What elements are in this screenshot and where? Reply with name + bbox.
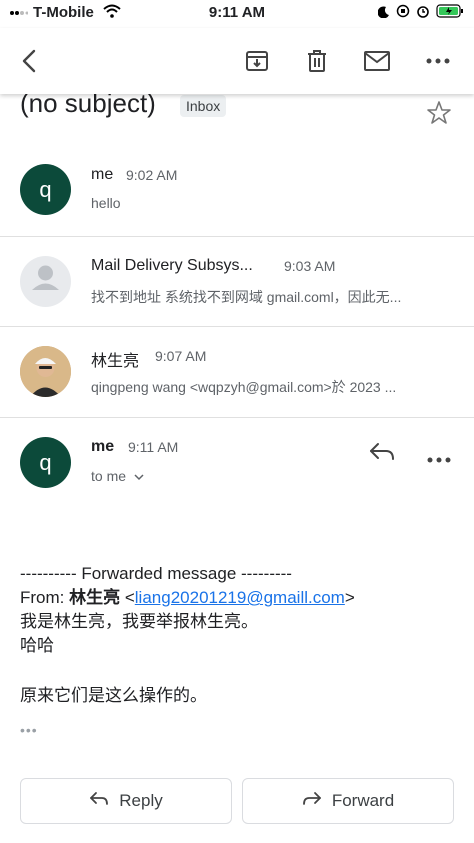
alarm-icon bbox=[416, 4, 430, 23]
star-icon[interactable] bbox=[426, 100, 452, 131]
message-time: 9:11 AM bbox=[128, 439, 179, 455]
body-line: 我是林生亮，我要举报林生亮。 bbox=[20, 612, 258, 631]
divider bbox=[0, 236, 474, 237]
message-time: 9:03 AM bbox=[284, 258, 336, 274]
message-snippet: qingpeng wang <wqpzyh@gmail.com>於 2023 .… bbox=[91, 379, 397, 395]
from-email-link[interactable]: liang20201219@gmaill.com bbox=[135, 588, 345, 607]
reply-label: Reply bbox=[119, 791, 163, 810]
body-line: 哈哈 bbox=[20, 636, 54, 655]
sender-name: 林生亮 bbox=[91, 353, 140, 370]
orientation-lock-icon bbox=[396, 4, 410, 23]
sender-name: Mail Delivery Subsys... bbox=[91, 257, 253, 274]
more-dots-icon[interactable] bbox=[427, 450, 451, 468]
forwarded-header: ---------- Forwarded message --------- bbox=[20, 564, 292, 583]
status-bar: T-Mobile 9:11 AM bbox=[0, 0, 474, 28]
message-snippet: hello bbox=[91, 195, 121, 211]
message-snippet: 找不到地址 系统找不到网域 gmail.coml，因此无... bbox=[91, 289, 402, 305]
forward-button[interactable]: Forward bbox=[242, 778, 454, 824]
trash-icon[interactable] bbox=[300, 44, 334, 78]
body-line: 原来它们是这么操作的。 bbox=[20, 686, 207, 705]
divider bbox=[0, 326, 474, 327]
forward-icon bbox=[302, 791, 322, 812]
sender-name: me bbox=[91, 438, 115, 455]
status-right-icons bbox=[377, 4, 464, 23]
person-icon bbox=[20, 253, 71, 310]
avatar: q bbox=[20, 437, 71, 488]
avatar-photo bbox=[20, 346, 71, 397]
reply-icon[interactable] bbox=[368, 441, 396, 468]
message-time: 9:07 AM bbox=[155, 348, 207, 364]
mail-icon[interactable] bbox=[360, 44, 394, 78]
avatar: q bbox=[20, 164, 71, 215]
forward-label: Forward bbox=[331, 791, 395, 810]
message-time: 9:02 AM bbox=[126, 167, 178, 183]
toolbar bbox=[0, 28, 474, 94]
from-name: 林生亮 bbox=[69, 588, 121, 607]
chevron-down-icon bbox=[134, 468, 144, 484]
more-dots-icon[interactable] bbox=[421, 44, 455, 78]
inbox-label-badge[interactable]: Inbox bbox=[180, 95, 227, 117]
reply-icon bbox=[89, 791, 109, 812]
moon-icon bbox=[377, 5, 390, 23]
sender-name: me bbox=[91, 166, 114, 183]
reply-button[interactable]: Reply bbox=[20, 778, 232, 824]
archive-icon[interactable] bbox=[240, 44, 274, 78]
battery-icon bbox=[436, 4, 464, 23]
from-line: From: 林生亮 <liang20201219@gmaill.com> bbox=[20, 588, 355, 607]
show-trimmed-content[interactable]: ••• bbox=[20, 722, 38, 738]
avatar bbox=[20, 256, 71, 307]
recipient-toggle[interactable]: to me bbox=[91, 468, 144, 484]
divider bbox=[0, 417, 474, 418]
back-arrow-icon[interactable] bbox=[12, 44, 46, 78]
